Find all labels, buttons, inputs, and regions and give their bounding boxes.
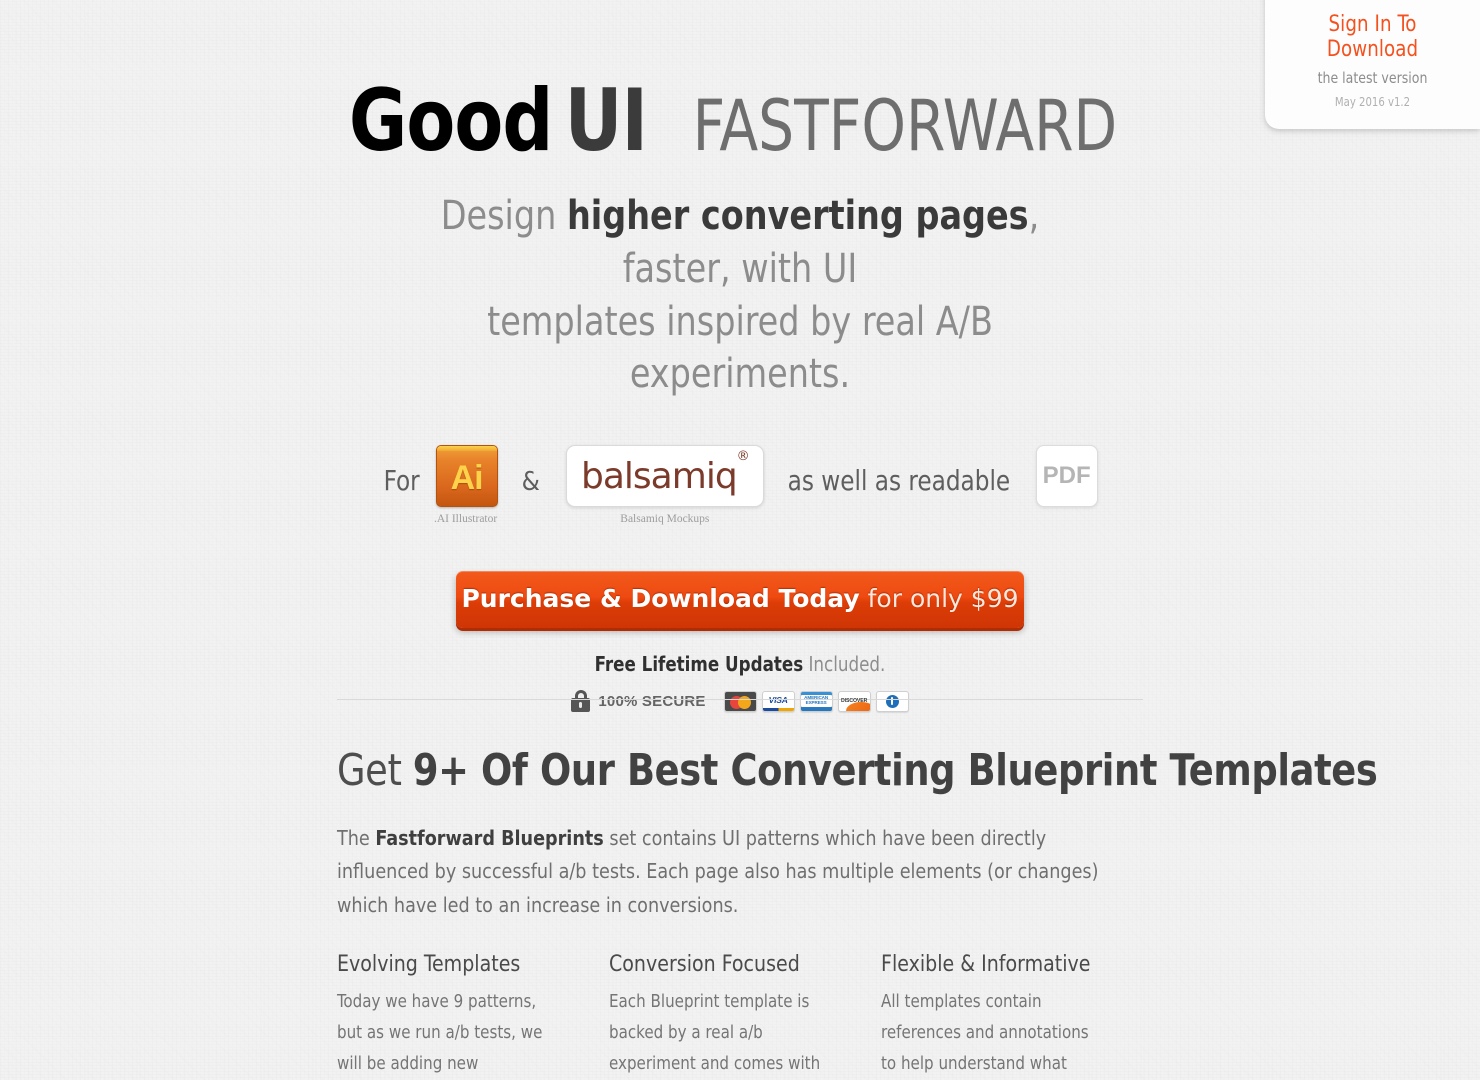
page-title: Good UI FASTFORWARD [0, 0, 1480, 164]
blueprints-section: Get 9+ Of Our Best Converting Blueprint … [337, 745, 1378, 1080]
section-description: The Fastforward Blueprints set contains … [337, 822, 1116, 922]
payment-card-logos: VISA AMERICAN EXPRESS DISCOVER [723, 690, 909, 712]
feature-heading: Conversion Focused [609, 950, 800, 977]
discover-icon: DISCOVER [837, 690, 871, 712]
formats-middle-label: as well as readable [787, 464, 1010, 498]
illustrator-caption: .AI Illustrator [433, 513, 498, 526]
assurance-section: Free Lifetime Updates Included. 100% SEC… [0, 654, 1480, 713]
feature-column-conversion-focused: Conversion Focused Each Blueprint templa… [609, 952, 881, 1080]
section-title-bold: 9+ Of Our Best Converting Blueprint Temp… [412, 745, 1378, 796]
feature-heading: Evolving Templates [337, 950, 521, 977]
purchase-download-button[interactable]: Purchase & Download Today for only $99 [456, 571, 1024, 629]
cta-price-label: for only $99 [859, 584, 1019, 614]
feature-column-flexible-informative: Flexible & Informative All templates con… [881, 952, 1153, 1080]
feature-columns: Evolving Templates Today we have 9 patte… [337, 952, 1153, 1080]
mastercard-icon [723, 690, 757, 712]
balsamiq-icon[interactable]: balsamiq® [565, 445, 764, 508]
format-illustrator[interactable]: Ai .AI Illustrator [422, 445, 510, 525]
lock-icon [571, 690, 591, 713]
visa-label: VISA [769, 696, 788, 705]
section-description-bold: Fastforward Blueprints [375, 826, 604, 851]
discover-label: DISCOVER [840, 698, 868, 705]
section-title: Get 9+ Of Our Best Converting Blueprint … [337, 745, 1378, 796]
subheadline-line-1: Design higher converting pages, faster, … [387, 190, 1094, 296]
registered-mark-icon: ® [736, 449, 750, 465]
signin-download-card: Sign In To Download the latest version M… [1265, 0, 1480, 129]
illustrator-icon[interactable]: Ai [435, 445, 498, 508]
format-balsamiq[interactable]: balsamiq® Balsamiq Mockups [552, 445, 778, 525]
feature-body: All templates contain references and ann… [881, 991, 1089, 1074]
cta-strong-label: Purchase & Download Today [461, 584, 860, 614]
free-updates-bold: Free Lifetime Updates [594, 652, 804, 677]
subheadline-emphasis: higher converting pages [566, 193, 1029, 239]
diners-club-mark [885, 694, 899, 708]
supported-formats-row: For Ai .AI Illustrator & balsamiq® Balsa… [0, 445, 1480, 525]
hero-subheadline: Design higher converting pages, faster, … [360, 190, 1120, 401]
balsamiq-logo-text: balsamiq® [581, 449, 750, 497]
free-updates-rest: Included. [803, 652, 886, 677]
feature-body: Each Blueprint template is backed by a r… [609, 991, 821, 1074]
subheadline-line-2: templates inspired by real A/B experimen… [487, 298, 993, 398]
signin-version-label: May 2016 v1.2 [1334, 93, 1411, 109]
amex-icon: AMERICAN EXPRESS [799, 690, 833, 712]
visa-icon: VISA [761, 690, 795, 712]
section-title-light: Get [337, 745, 413, 796]
balsamiq-wordmark: balsamiq [581, 455, 738, 497]
section-divider [337, 699, 1143, 700]
format-pdf[interactable]: PDF [1020, 445, 1098, 508]
secure-label: 100% SECURE [598, 692, 706, 710]
section-description-pre: The [337, 826, 376, 851]
pdf-icon[interactable]: PDF [1035, 445, 1098, 508]
sign-in-to-download-link[interactable]: Sign In To Download [1292, 12, 1453, 62]
signin-subtitle: the latest version [1317, 68, 1428, 87]
feature-column-evolving-templates: Evolving Templates Today we have 9 patte… [337, 952, 609, 1080]
hero-section: Good UI FASTFORWARD Design higher converti… [0, 0, 1480, 713]
balsamiq-caption: Balsamiq Mockups [620, 513, 710, 526]
amex-label: AMERICAN EXPRESS [800, 695, 832, 707]
subheadline-pre: Design [440, 193, 567, 239]
formats-ampersand: & [521, 467, 540, 498]
logo-good: Good [348, 71, 553, 171]
feature-body: Today we have 9 patterns, but as we run … [337, 991, 543, 1074]
illustrator-icon-label: Ai [450, 458, 484, 497]
feature-heading: Flexible & Informative [881, 950, 1091, 977]
logo-ui: UI [564, 71, 647, 171]
diners-club-icon [875, 690, 909, 712]
logo-fastforward: FASTFORWARD [692, 85, 1117, 167]
formats-prefix-label: For [383, 464, 421, 498]
mastercard-right-circle [737, 695, 751, 709]
cta-container: Purchase & Download Today for only $99 [0, 571, 1480, 629]
free-updates-line: Free Lifetime Updates Included. [52, 654, 1428, 674]
secure-badges-row: 100% SECURE VISA AMERICAN EXPRESS DISCOV… [0, 690, 1480, 713]
